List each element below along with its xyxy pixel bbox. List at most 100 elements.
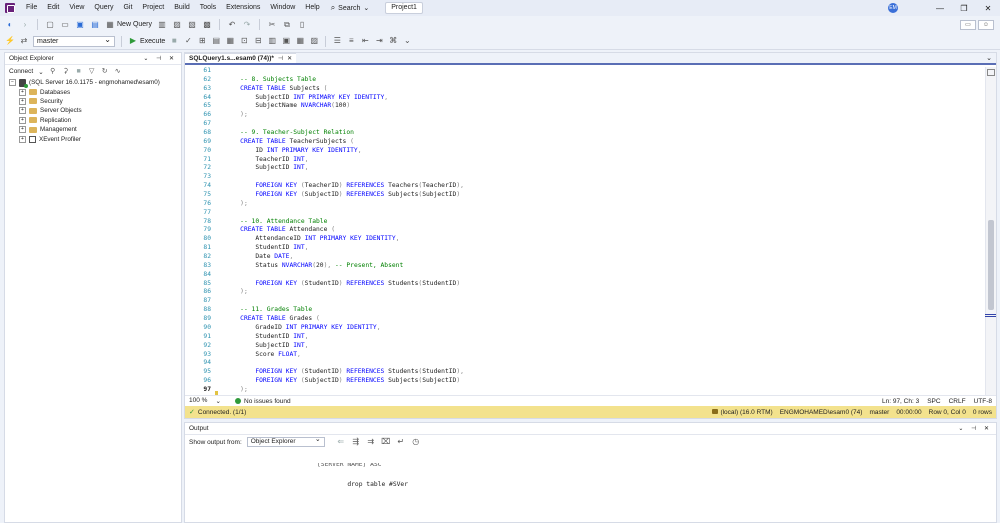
word-wrap-icon[interactable]: ↵ [396, 437, 406, 447]
code-line[interactable] [225, 359, 464, 368]
code-line[interactable]: ); [225, 200, 464, 209]
tree-node-security[interactable]: + Security [19, 97, 181, 106]
menu-item-tools[interactable]: Tools [195, 0, 221, 16]
connect-icon[interactable]: ⚡ [5, 36, 15, 46]
filter-icon[interactable]: ▽ [88, 67, 96, 77]
specify-values-icon[interactable]: ⌘ [388, 36, 398, 46]
analysis-icon[interactable]: ▨ [172, 20, 182, 30]
code-line[interactable]: FOREIGN KEY (SubjectID) REFERENCES Subje… [225, 191, 464, 200]
menu-item-extensions[interactable]: Extensions [221, 0, 265, 16]
code-line[interactable]: FOREIGN KEY (SubjectID) REFERENCES Subje… [225, 377, 464, 386]
live-stats-icon[interactable]: ⊟ [253, 36, 263, 46]
output-text[interactable]: [SERVER_NAME] ASC drop table #SVer [185, 449, 996, 502]
menu-item-query[interactable]: Query [89, 0, 118, 16]
save-all-icon[interactable]: ▤ [90, 20, 100, 30]
code-line[interactable]: AttendanceID INT PRIMARY KEY IDENTITY, [225, 235, 464, 244]
connect-button[interactable]: Connect [9, 68, 33, 75]
code-line[interactable] [225, 271, 464, 280]
back-icon[interactable]: ◐ [5, 20, 15, 30]
avatar[interactable]: EM [888, 3, 898, 13]
forward-icon[interactable]: › [20, 20, 30, 30]
open-folder-icon[interactable]: ▭ [60, 20, 70, 30]
feedback-icon[interactable]: ☺ [978, 19, 994, 30]
estimated-plan-icon[interactable]: ⊞ [197, 36, 207, 46]
goto-icon[interactable]: ⇉ [366, 437, 376, 447]
menu-item-window[interactable]: Window [265, 0, 300, 16]
code-line[interactable] [225, 173, 464, 182]
scrollbar-thumb[interactable] [988, 220, 994, 310]
tree-node-server-objects[interactable]: + Server Objects [19, 106, 181, 115]
tree-server-node[interactable]: − (SQL Server 16.0.1175 - engmohamed\esa… [9, 78, 181, 88]
encoding[interactable]: UTF-8 [974, 398, 992, 405]
code-line[interactable]: SubjectID INT, [225, 342, 464, 351]
vertical-scrollbar[interactable] [985, 67, 996, 395]
code-line[interactable]: CREATE TABLE Attendance ( [225, 226, 464, 235]
new-query-button[interactable]: ▦ New Query [105, 20, 152, 30]
menu-item-build[interactable]: Build [169, 0, 195, 16]
expand-icon[interactable]: + [19, 107, 26, 115]
issues-status[interactable]: No issues found [244, 398, 291, 405]
cut-icon[interactable]: ✂ [267, 20, 277, 30]
refresh-icon[interactable]: ↻ [101, 67, 109, 77]
code-line[interactable]: ); [225, 111, 464, 120]
connect-plug-icon[interactable]: ⚲ [49, 67, 57, 77]
whitespace-mode[interactable]: SPC [927, 398, 940, 405]
client-stats-icon[interactable]: ▥ [267, 36, 277, 46]
search-box[interactable]: ⌕ Search ⌄ [325, 3, 376, 13]
zoom-select[interactable]: 100 % ⌄ [189, 397, 225, 405]
parse-icon[interactable]: ✓ [183, 36, 193, 46]
split-icon[interactable] [987, 69, 995, 76]
menu-item-edit[interactable]: Edit [42, 0, 64, 16]
uncomment-icon[interactable]: ≡ [346, 36, 356, 46]
find-previous-icon[interactable]: ⇐ [336, 437, 346, 447]
code-line[interactable]: ID INT PRIMARY KEY IDENTITY, [225, 147, 464, 156]
code-line[interactable]: Date DATE, [225, 253, 464, 262]
xmla-icon[interactable]: ▧ [187, 20, 197, 30]
toolbar-overflow-icon[interactable]: ⌄ [402, 36, 412, 46]
close-icon[interactable]: ✕ [976, 4, 1000, 13]
disconnect-icon[interactable]: ⚳ [62, 67, 70, 77]
stop-icon[interactable]: ■ [75, 67, 83, 77]
tree-node-replication[interactable]: + Replication [19, 116, 181, 125]
live-share-icon[interactable]: ▭ [960, 19, 976, 30]
menu-item-help[interactable]: Help [300, 0, 324, 16]
tree-node-xevent-profiler[interactable]: + XEvent Profiler [19, 134, 181, 143]
expand-icon[interactable]: + [19, 97, 26, 105]
expand-icon[interactable]: + [19, 126, 26, 134]
query-options-icon[interactable]: ▤ [211, 36, 221, 46]
code-line[interactable]: CREATE TABLE TeacherSubjects ( [225, 138, 464, 147]
decrease-indent-icon[interactable]: ⇤ [360, 36, 370, 46]
expand-icon[interactable]: + [19, 88, 26, 96]
find-next-icon[interactable]: ⇶ [351, 437, 361, 447]
code-line[interactable]: Score FLOAT, [225, 351, 464, 360]
code-line[interactable] [225, 209, 464, 218]
save-icon[interactable]: ▣ [75, 20, 85, 30]
project-badge[interactable]: Project1 [385, 2, 423, 14]
tab-overflow-icon[interactable]: ⌄ [986, 54, 992, 62]
clear-all-icon[interactable]: ⌧ [381, 437, 391, 447]
code-line[interactable]: Status NVARCHAR(20), -- Present, Absent [225, 262, 464, 271]
panel-controls[interactable]: ⌄ ⊣ ✕ [958, 425, 992, 432]
code-area[interactable]: 61 62 63 64 65 66 67 68 69 70 71 72 73 74 75 76 77 78 79 80… [185, 67, 986, 395]
code-line[interactable]: -- 9. Teacher-Subject Relation [225, 129, 464, 138]
code-line[interactable]: FOREIGN KEY (StudentID) REFERENCES Stude… [225, 280, 464, 289]
expand-icon[interactable]: + [19, 135, 26, 143]
stop-icon[interactable]: ■ [169, 36, 179, 46]
code-line[interactable]: TeacherID INT, [225, 156, 464, 165]
timestamp-icon[interactable]: ◷ [411, 437, 421, 447]
query-db-icon[interactable]: ▥ [157, 20, 167, 30]
change-connection-icon[interactable]: ⇄ [19, 36, 29, 46]
code-line[interactable]: FOREIGN KEY (TeacherID) REFERENCES Teach… [225, 182, 464, 191]
code-line[interactable]: CREATE TABLE Grades ( [225, 315, 464, 324]
menu-item-project[interactable]: Project [137, 0, 169, 16]
code-lines[interactable]: -- 8. Subjects Table CREATE TABLE Subjec… [225, 67, 464, 395]
panel-controls[interactable]: ⌄ ⊣ ✕ [143, 55, 177, 62]
execute-button[interactable]: ▶ Execute [128, 36, 165, 46]
menu-item-file[interactable]: File [21, 0, 42, 16]
code-line[interactable]: CREATE TABLE Subjects ( [225, 85, 464, 94]
increase-indent-icon[interactable]: ⇥ [374, 36, 384, 46]
actual-plan-icon[interactable]: ⊡ [239, 36, 249, 46]
code-line[interactable]: SubjectID INT, [225, 164, 464, 173]
collapse-icon[interactable]: − [9, 79, 16, 87]
results-grid-icon[interactable]: ▦ [295, 36, 305, 46]
